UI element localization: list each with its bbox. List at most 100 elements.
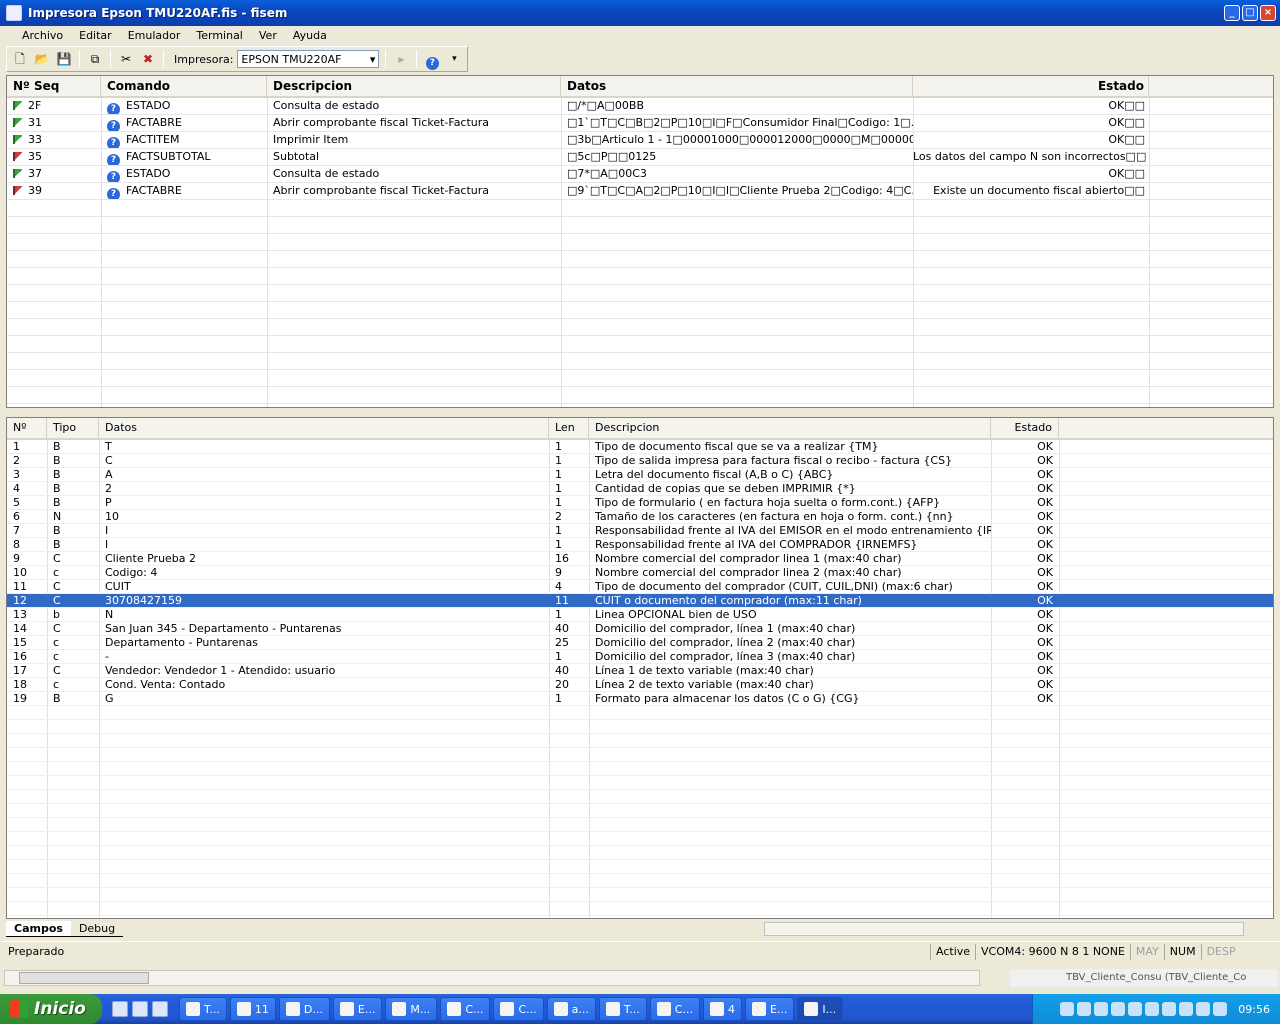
menu-archivo[interactable]: Archivo [14,29,71,42]
tray-icon[interactable] [1179,1002,1194,1016]
new-file-icon[interactable]: 🗋 [11,50,29,68]
table-row[interactable]: 2F? ESTADO Consulta de estado □/*□A□00BB OK□… [7,98,1273,115]
menu-emulador[interactable]: Emulador [120,29,189,42]
toolbar-overflow-icon[interactable]: ▾ [445,50,463,68]
taskbar-button[interactable]: 4 [702,997,742,1021]
menu-ayuda[interactable]: Ayuda [285,29,335,42]
empty-row [7,748,1273,762]
tray-icon[interactable] [1162,1002,1177,1016]
app-icon [656,1002,671,1016]
table-row[interactable]: 33? FACTITEM Imprimir Item □3b□Articulo 1 -… [7,132,1273,149]
table-row[interactable]: 18 c Cond. Venta: Contado 20 Línea 2 de text… [7,678,1273,692]
quick-launch-icon[interactable] [132,1001,148,1017]
col-n[interactable]: Nº [7,418,47,438]
save-icon[interactable]: 💾 [55,50,73,68]
maximize-button[interactable]: □ [1242,5,1258,21]
tools-icon[interactable]: ✂ [117,50,135,68]
table-row[interactable]: 13 b N 1 Linea OPCIONAL bien de USO OK [7,608,1273,622]
table-row[interactable]: 2 B C 1 Tipo de salida impresa para factura … [7,454,1273,468]
col-descripcion[interactable]: Descripcion [589,418,991,438]
table-row[interactable]: 8 B I 1 Responsabilidad frente al IVA del CO… [7,538,1273,552]
copy-icon[interactable]: ⧉ [86,50,104,68]
show-desktop-icon[interactable] [112,1001,128,1017]
app-icon[interactable] [6,5,22,21]
table-row[interactable]: 9 C Cliente Prueba 2 16 Nombre comercial del… [7,552,1273,566]
tray-icon[interactable] [1094,1002,1109,1016]
table-row[interactable]: 12 C 30708427159 11 CUIT o documento del com… [7,594,1273,608]
table-row[interactable]: 1 B T 1 Tipo de documento fiscal que se va a… [7,440,1273,454]
col-comando[interactable]: Comando [101,76,267,96]
help-icon: ? [107,137,120,148]
table-row[interactable]: 14 C San Juan 345 - Departamento - Puntare… [7,622,1273,636]
taskbar-button-label: T... [623,1002,640,1016]
table-row[interactable]: 15 c Departamento - Puntarenas 25 Domicilio … [7,636,1273,650]
taskbar-button[interactable]: E... [332,997,383,1021]
taskbar-button[interactable]: a... [546,997,596,1021]
taskbar-button[interactable]: T... [179,997,227,1021]
len-cell: 1 [555,608,562,621]
menu-terminal[interactable]: Terminal [188,29,251,42]
table-row[interactable]: 3 B A 1 Letra del documento fiscal (A,B o C)… [7,468,1273,482]
table-row[interactable]: 7 B I 1 Responsabilidad frente al IVA del EM… [7,524,1273,538]
taskbar-button[interactable]: T... [598,997,647,1021]
table-row[interactable]: 35? FACTSUBTOTAL Subtotal □5c□P□□0125 Los da… [7,149,1273,166]
tab-debug[interactable]: Debug [70,921,124,937]
open-folder-icon[interactable]: 📂 [33,50,51,68]
table-row[interactable]: 16 c - 1 Domicilio del comprador, línea 3 (m… [7,650,1273,664]
network-icon[interactable] [1213,1002,1228,1016]
fields-table: Nº Tipo Datos Len Descripcion Estado 1BT… [6,417,1274,919]
menu-editar[interactable]: Editar [71,29,120,42]
quick-launch-icon[interactable] [152,1001,168,1017]
table-row[interactable]: 37? ESTADO Consulta de estado □7*□A□00C3 OK□… [7,166,1273,183]
play-icon[interactable]: ▸ [392,50,410,68]
close-button[interactable]: × [1260,5,1276,21]
table-row[interactable]: 39? FACTABRE Abrir comprobante fiscal Tick… [7,183,1273,200]
tray-icon[interactable] [1145,1002,1160,1016]
help-icon[interactable]: ? [423,50,441,70]
table-row[interactable]: 17 C Vendedor: Vendedor 1 - Atendido: usua… [7,664,1273,678]
scroll-thumb[interactable] [19,972,149,984]
descripcion-cell: Letra del documento fiscal (A,B o C) {AB… [595,468,834,481]
tray-icon[interactable] [1128,1002,1143,1016]
taskbar-button[interactable]: C... [440,997,491,1021]
table-row[interactable]: 11 C CUIT 4 Tipo de documento del comprador … [7,580,1273,594]
tray-icon[interactable] [1060,1002,1075,1016]
delete-icon[interactable]: ✖ [139,50,157,68]
descripcion-cell: Nombre comercial del comprador linea 1 (… [595,552,902,565]
tray-icon[interactable] [1111,1002,1126,1016]
table-row[interactable]: 6 N 10 2 Tamaño de los caracteres (en factur… [7,510,1273,524]
col-seq[interactable]: Nº Seq [7,76,101,96]
estado-cell: OK□□ [1108,133,1145,146]
taskbar-button[interactable]: 11 [229,997,276,1021]
horizontal-scrollbar[interactable] [4,970,980,986]
taskbar-button[interactable]: C... [649,997,700,1021]
taskbar-button[interactable]: I... [797,997,844,1021]
col-datos[interactable]: Datos [561,76,913,96]
volume-icon[interactable] [1196,1002,1211,1016]
col-estado[interactable]: Estado [991,418,1059,438]
tab-campos[interactable]: Campos [6,921,71,937]
menu-ver[interactable]: Ver [251,29,285,42]
taskbar-button[interactable]: M... [385,997,438,1021]
taskbar-button[interactable]: D... [278,997,330,1021]
tab-scrollbar[interactable] [764,922,1244,936]
len-cell: 2 [555,510,562,523]
table-row[interactable]: 31? FACTABRE Abrir comprobante fiscal Tick… [7,115,1273,132]
seq-cell: 37 [7,166,101,182]
printer-select[interactable]: EPSON TMU220AF ▾ [237,50,380,68]
table-row[interactable]: 19 B G 1 Formato para almacenar los datos (C… [7,692,1273,706]
table-row[interactable]: 4 B 2 1 Cantidad de copias que se deben IMPR… [7,482,1273,496]
table-row[interactable]: 10 c Codigo: 4 9 Nombre comercial del compra… [7,566,1273,580]
start-button[interactable]: Inicio [0,994,102,1024]
taskbar-button[interactable]: E... [744,997,795,1021]
col-descripcion[interactable]: Descripcion [267,76,561,96]
minimize-button[interactable]: _ [1224,5,1240,21]
taskbar-button[interactable]: C... [493,997,544,1021]
col-len[interactable]: Len [549,418,589,438]
col-datos[interactable]: Datos [99,418,549,438]
col-tipo[interactable]: Tipo [47,418,99,438]
tray-icon[interactable] [1077,1002,1092,1016]
col-estado[interactable]: Estado [913,76,1149,96]
table-row[interactable]: 5 B P 1 Tipo de formulario ( en factura hoja… [7,496,1273,510]
estado-cell: OK [1037,594,1053,607]
